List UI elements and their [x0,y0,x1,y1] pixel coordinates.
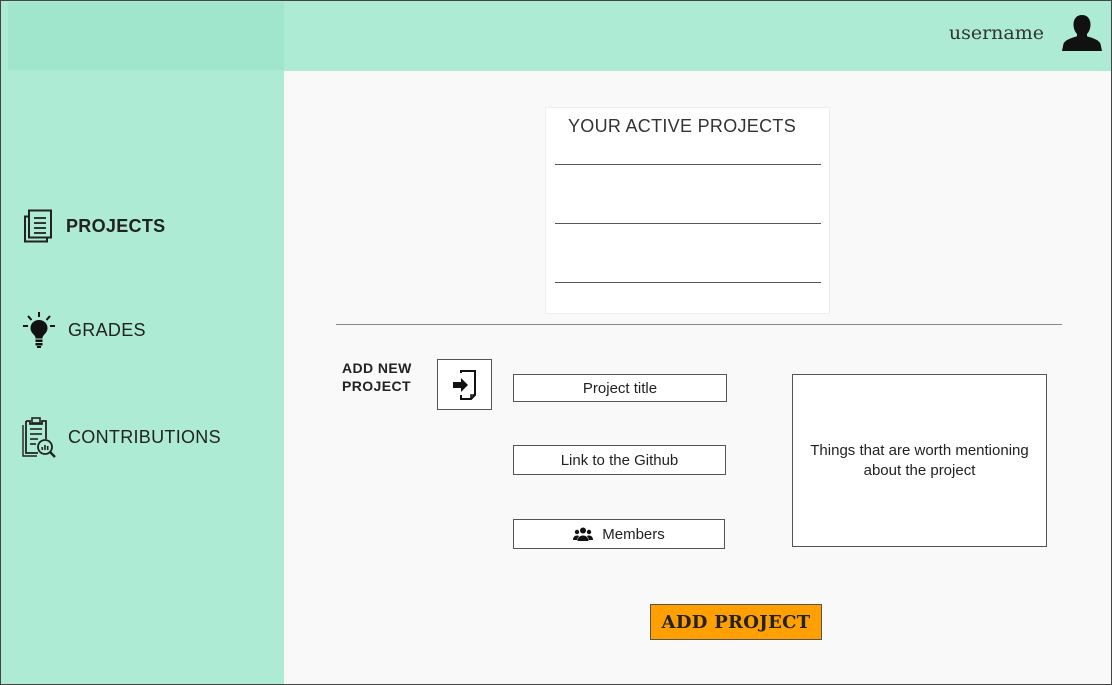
window-frame [0,0,1112,685]
